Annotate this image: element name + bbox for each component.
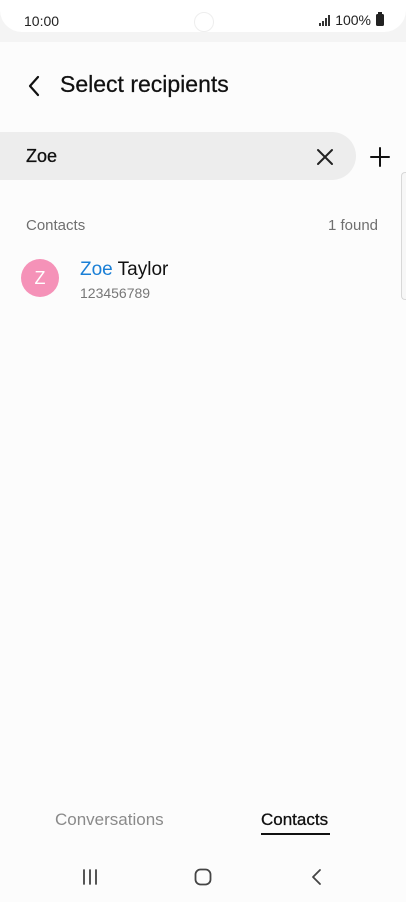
search-input[interactable]: Zoe (0, 132, 356, 180)
search-row: Zoe (0, 132, 406, 180)
name-rest: Taylor (112, 259, 169, 280)
navigation-bar (0, 856, 406, 902)
scroll-indicator[interactable] (401, 172, 406, 300)
status-indicators: 100% (319, 12, 384, 28)
search-value[interactable]: Zoe (26, 146, 57, 167)
recent-apps-icon (83, 869, 97, 885)
section-title: Contacts (26, 217, 86, 234)
system-back-button[interactable] (297, 864, 337, 890)
page-title: Select recipients (60, 71, 229, 97)
avatar: Z (21, 259, 59, 297)
tab-conversations[interactable]: Conversations (55, 810, 164, 830)
bottom-tabs: Conversations Contacts (0, 806, 406, 840)
camera-cutout (194, 12, 214, 32)
status-time: 10:00 (24, 13, 60, 29)
header: Select recipients (0, 64, 406, 106)
name-match-highlight: Zoe (80, 259, 113, 280)
back-button[interactable] (18, 70, 50, 102)
contacts-section-header: Contacts 1 found (0, 214, 406, 238)
selected-tab-indicator (261, 833, 330, 835)
signal-icon (319, 14, 331, 26)
add-recipient-button[interactable] (364, 141, 396, 173)
status-bar: 10:00 100% (0, 0, 406, 32)
battery-percent: 100% (335, 12, 371, 28)
recent-apps-button[interactable] (70, 864, 110, 890)
tab-contacts[interactable]: Contacts (261, 810, 328, 830)
home-button[interactable] (183, 864, 223, 890)
home-icon (194, 868, 212, 886)
plus-icon (370, 147, 390, 167)
found-count: 1 found (327, 217, 378, 234)
list-item[interactable]: Z Zoe Taylor 123456789 (0, 250, 400, 312)
contact-name: Zoe Taylor (80, 259, 168, 281)
contact-number: 123456789 (80, 285, 151, 301)
battery-icon (376, 12, 384, 26)
back-icon (312, 869, 321, 885)
chevron-left-icon (28, 75, 40, 97)
close-icon (317, 149, 333, 165)
clear-search-button[interactable] (310, 142, 340, 172)
